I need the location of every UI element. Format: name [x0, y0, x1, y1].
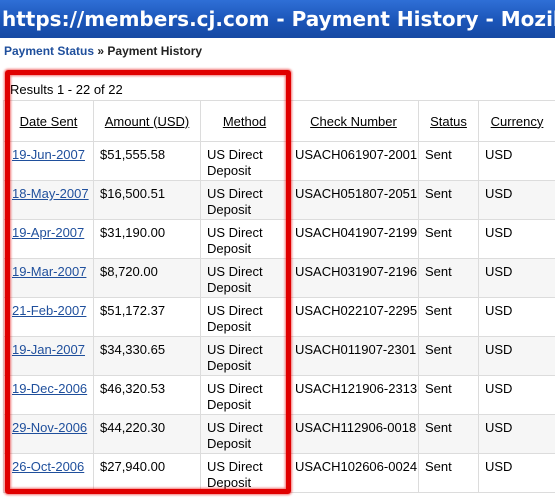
amount-cell: $51,172.37 — [93, 297, 201, 337]
check-number-cell: USACH121906-2313 — [288, 375, 419, 415]
window-title: https://members.cj.com - Payment History… — [2, 7, 555, 31]
status-cell: Sent — [418, 414, 479, 454]
table-header-row: Date Sent Amount (USD) Method Check Numb… — [3, 100, 555, 142]
date-sent-link[interactable]: 19-Mar-2007 — [3, 258, 94, 298]
date-sent-link[interactable]: 19-Apr-2007 — [3, 219, 94, 259]
currency-cell: USD — [478, 375, 555, 415]
table-row: 26-Oct-2006 $27,940.00 US Direct Deposit US… — [3, 453, 555, 493]
table-row: 19-Jan-2007 $34,330.65 US Direct Deposit US… — [3, 336, 555, 376]
window-title-bar: https://members.cj.com - Payment History… — [0, 0, 555, 38]
method-cell: US Direct Deposit — [200, 258, 289, 298]
date-sent-link[interactable]: 29-Nov-2006 — [3, 414, 94, 454]
method-cell: US Direct Deposit — [200, 180, 289, 220]
method-cell: US Direct Deposit — [200, 375, 289, 415]
results-count: Results 1 - 22 of 22 — [10, 82, 123, 97]
check-number-cell: USACH041907-2199 — [288, 219, 419, 259]
column-header-amount[interactable]: Amount (USD) — [93, 100, 201, 142]
breadcrumb-payment-status-link[interactable]: Payment Status — [4, 44, 94, 58]
method-cell: US Direct Deposit — [200, 453, 289, 493]
check-number-cell: USACH061907-2001 — [288, 141, 419, 181]
currency-cell: USD — [478, 258, 555, 298]
amount-cell: $16,500.51 — [93, 180, 201, 220]
date-sent-link[interactable]: 19-Dec-2006 — [3, 375, 94, 415]
date-sent-link[interactable]: 21-Feb-2007 — [3, 297, 94, 337]
amount-cell: $34,330.65 — [93, 336, 201, 376]
status-cell: Sent — [418, 219, 479, 259]
date-sent-link[interactable]: 19-Jun-2007 — [3, 141, 94, 181]
amount-cell: $44,220.30 — [93, 414, 201, 454]
method-cell: US Direct Deposit — [200, 141, 289, 181]
column-header-status[interactable]: Status — [418, 100, 479, 142]
payment-history-table: Date Sent Amount (USD) Method Check Numb… — [3, 100, 555, 493]
amount-cell: $27,940.00 — [93, 453, 201, 493]
method-cell: US Direct Deposit — [200, 219, 289, 259]
column-header-check-number[interactable]: Check Number — [288, 100, 419, 142]
amount-cell: $8,720.00 — [93, 258, 201, 298]
currency-cell: USD — [478, 219, 555, 259]
currency-cell: USD — [478, 336, 555, 376]
currency-cell: USD — [478, 180, 555, 220]
status-cell: Sent — [418, 258, 479, 298]
column-header-date-sent[interactable]: Date Sent — [3, 100, 94, 142]
check-number-cell: USACH102606-0024 — [288, 453, 419, 493]
check-number-cell: USACH051807-2051 — [288, 180, 419, 220]
status-cell: Sent — [418, 453, 479, 493]
table-row: 19-Apr-2007 $31,190.00 US Direct Deposit US… — [3, 219, 555, 259]
status-cell: Sent — [418, 180, 479, 220]
method-cell: US Direct Deposit — [200, 336, 289, 376]
status-cell: Sent — [418, 297, 479, 337]
table-row: 19-Dec-2006 $46,320.53 US Direct Deposit US… — [3, 375, 555, 415]
currency-cell: USD — [478, 141, 555, 181]
amount-cell: $46,320.53 — [93, 375, 201, 415]
currency-cell: USD — [478, 297, 555, 337]
table-row: 19-Mar-2007 $8,720.00 US Direct Deposit USA… — [3, 258, 555, 298]
column-header-method[interactable]: Method — [200, 100, 289, 142]
breadcrumb-current-page: Payment History — [107, 44, 203, 58]
table-row: 29-Nov-2006 $44,220.30 US Direct Deposit US… — [3, 414, 555, 454]
amount-cell: $31,190.00 — [93, 219, 201, 259]
status-cell: Sent — [418, 375, 479, 415]
table-row: 19-Jun-2007 $51,555.58 US Direct Deposit US… — [3, 141, 555, 181]
date-sent-link[interactable]: 26-Oct-2006 — [3, 453, 94, 493]
check-number-cell: USACH011907-2301 — [288, 336, 419, 376]
method-cell: US Direct Deposit — [200, 297, 289, 337]
check-number-cell: USACH112906-0018 — [288, 414, 419, 454]
column-header-currency[interactable]: Currency — [478, 100, 555, 142]
date-sent-link[interactable]: 18-May-2007 — [3, 180, 94, 220]
amount-cell: $51,555.58 — [93, 141, 201, 181]
breadcrumb: Payment Status » Payment History — [4, 44, 202, 58]
status-cell: Sent — [418, 336, 479, 376]
status-cell: Sent — [418, 141, 479, 181]
currency-cell: USD — [478, 414, 555, 454]
table-row: 18-May-2007 $16,500.51 US Direct Deposit US… — [3, 180, 555, 220]
breadcrumb-separator: » — [97, 44, 105, 58]
date-sent-link[interactable]: 19-Jan-2007 — [3, 336, 94, 376]
currency-cell: USD — [478, 453, 555, 493]
check-number-cell: USACH022107-2295 — [288, 297, 419, 337]
table-row: 21-Feb-2007 $51,172.37 US Direct Deposit US… — [3, 297, 555, 337]
check-number-cell: USACH031907-2196 — [288, 258, 419, 298]
method-cell: US Direct Deposit — [200, 414, 289, 454]
